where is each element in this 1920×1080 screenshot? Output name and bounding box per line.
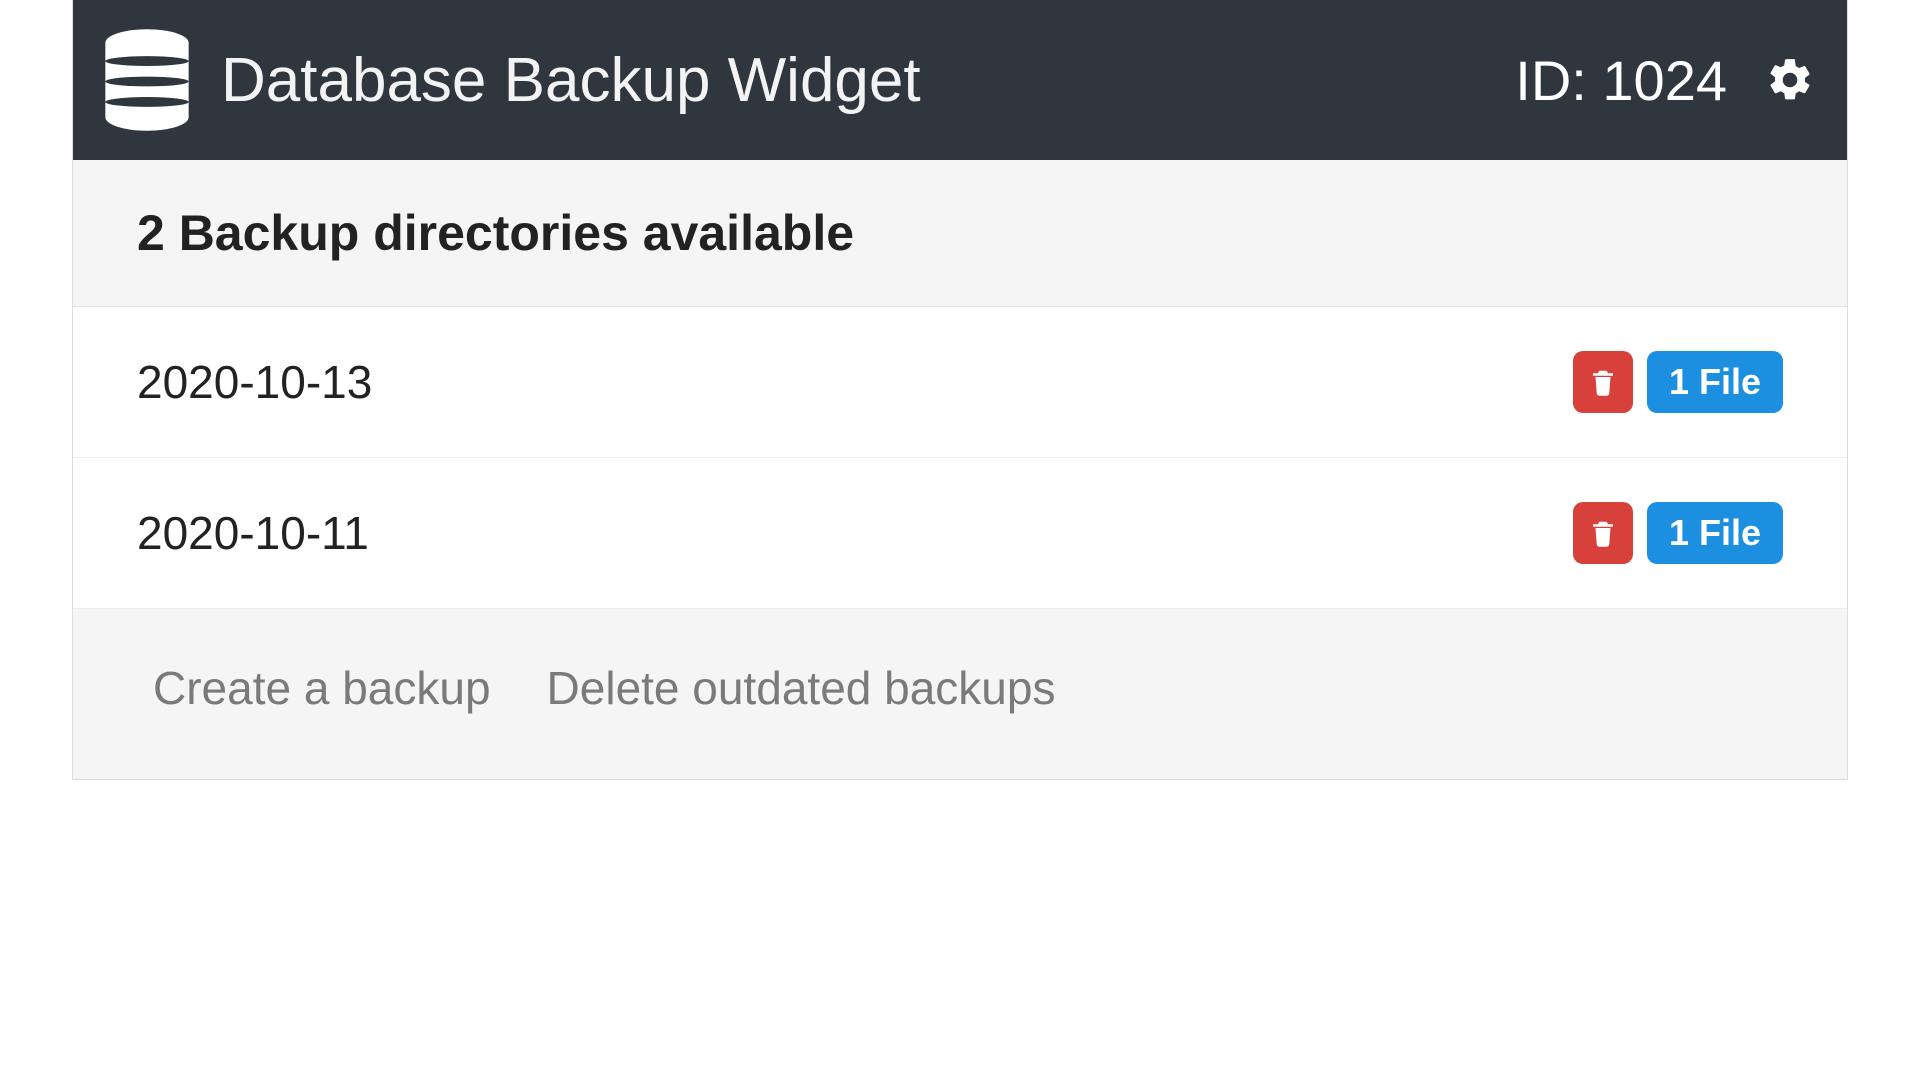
file-count-label: 1 File <box>1669 361 1761 403</box>
delete-backup-button[interactable] <box>1573 351 1633 413</box>
delete-backup-button[interactable] <box>1573 502 1633 564</box>
backup-count-text: 2 Backup directories available <box>137 204 1783 262</box>
backup-row-actions: 1 File <box>1573 351 1783 413</box>
file-count-badge[interactable]: 1 File <box>1647 502 1783 564</box>
backup-widget-panel: Database Backup Widget ID: 1024 2 Backup… <box>72 0 1848 780</box>
backup-row: 2020-10-11 1 File <box>73 458 1847 609</box>
widget-footer: Create a backup Delete outdated backups <box>73 609 1847 779</box>
backup-count-header: 2 Backup directories available <box>73 160 1847 307</box>
trash-icon <box>1588 516 1618 550</box>
gear-icon[interactable] <box>1765 55 1815 105</box>
widget-title: Database Backup Widget <box>221 45 1487 116</box>
delete-outdated-link[interactable]: Delete outdated backups <box>547 661 1056 715</box>
file-count-badge[interactable]: 1 File <box>1647 351 1783 413</box>
widget-id: ID: 1024 <box>1515 48 1727 113</box>
backup-date: 2020-10-13 <box>137 355 1573 409</box>
widget-header: Database Backup Widget ID: 1024 <box>73 0 1847 160</box>
trash-icon <box>1588 365 1618 399</box>
backup-row: 2020-10-13 1 File <box>73 307 1847 458</box>
file-count-label: 1 File <box>1669 512 1761 554</box>
backup-date: 2020-10-11 <box>137 506 1573 560</box>
backup-row-actions: 1 File <box>1573 502 1783 564</box>
database-icon <box>101 27 193 133</box>
create-backup-link[interactable]: Create a backup <box>153 661 491 715</box>
